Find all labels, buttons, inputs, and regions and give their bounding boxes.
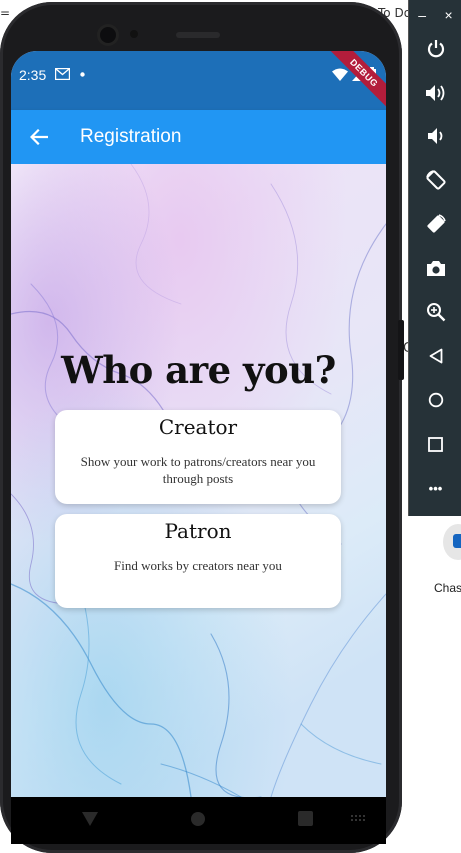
power-side-button[interactable] — [398, 320, 404, 380]
registration-body: Who are you? Creator Show your work to p… — [11, 164, 386, 797]
notification-icons — [55, 66, 85, 82]
nav-back-icon[interactable] — [81, 811, 99, 827]
gmail-icon — [55, 68, 70, 80]
power-icon — [427, 40, 444, 58]
zoom-icon — [426, 303, 445, 322]
desktop: = To Do C 2:35 — [0, 0, 461, 853]
notification-dot-icon — [80, 71, 85, 77]
card-description: Show your work to patrons/creators near … — [80, 454, 316, 486]
page-title: Registration — [80, 126, 182, 147]
status-bar: 2:35 DEBUG — [11, 51, 386, 113]
background-mark: = — [0, 6, 11, 20]
power-button[interactable] — [409, 31, 461, 67]
earpiece — [176, 32, 220, 38]
proximity-sensor — [130, 30, 138, 38]
close-button[interactable]: × — [445, 7, 453, 23]
rotate-left-icon — [425, 170, 446, 190]
volume-down-icon — [427, 128, 442, 144]
overview-icon — [428, 436, 443, 452]
volume-up-icon — [425, 85, 444, 101]
who-are-you-heading: Who are you? — [61, 348, 336, 392]
overview-nav-button[interactable] — [409, 426, 461, 462]
minimize-button[interactable]: – — [418, 7, 426, 23]
card-title: Patron — [164, 519, 232, 543]
toolbar-window-controls: – × — [409, 0, 461, 30]
creator-option-card[interactable]: Creator Show your work to patrons/creato… — [55, 410, 341, 504]
card-title: Creator — [158, 415, 238, 439]
chase-logo-mark — [453, 534, 461, 548]
patron-option-card[interactable]: Patron Find works by creators near you — [55, 514, 341, 608]
back-button[interactable] — [25, 123, 53, 151]
home-icon — [428, 392, 443, 408]
nav-home-icon[interactable] — [190, 811, 206, 827]
wifi-icon — [332, 68, 348, 81]
chase-app-label: Chas — [434, 581, 461, 595]
card-description: Find works by creators near you — [114, 558, 282, 573]
rotate-right-icon — [426, 214, 446, 233]
volume-down-button[interactable] — [409, 118, 461, 154]
back-icon — [429, 348, 442, 364]
keyboard-icon[interactable] — [351, 815, 367, 824]
more-icon: ••• — [428, 480, 443, 496]
home-nav-button[interactable] — [409, 382, 461, 418]
android-nav-bar — [11, 797, 386, 844]
volume-up-button[interactable] — [409, 75, 461, 111]
screenshot-button[interactable] — [409, 250, 461, 286]
app-bar: Registration — [11, 110, 386, 164]
back-nav-button[interactable] — [409, 338, 461, 374]
more-button[interactable]: ••• — [409, 470, 461, 506]
zoom-button[interactable] — [409, 294, 461, 330]
camera-icon — [426, 260, 445, 276]
nav-overview-icon[interactable] — [298, 811, 313, 826]
rotate-left-button[interactable] — [409, 162, 461, 198]
status-time: 2:35 — [19, 67, 47, 83]
chase-app-icon[interactable] — [443, 524, 461, 560]
phone-screen: 2:35 DEBUG Registration Who are you? Cre… — [11, 51, 386, 797]
front-camera — [100, 27, 116, 43]
emulator-toolbar: – × ••• — [408, 0, 461, 516]
arrow-left-icon — [30, 129, 48, 145]
rotate-right-button[interactable] — [409, 206, 461, 242]
